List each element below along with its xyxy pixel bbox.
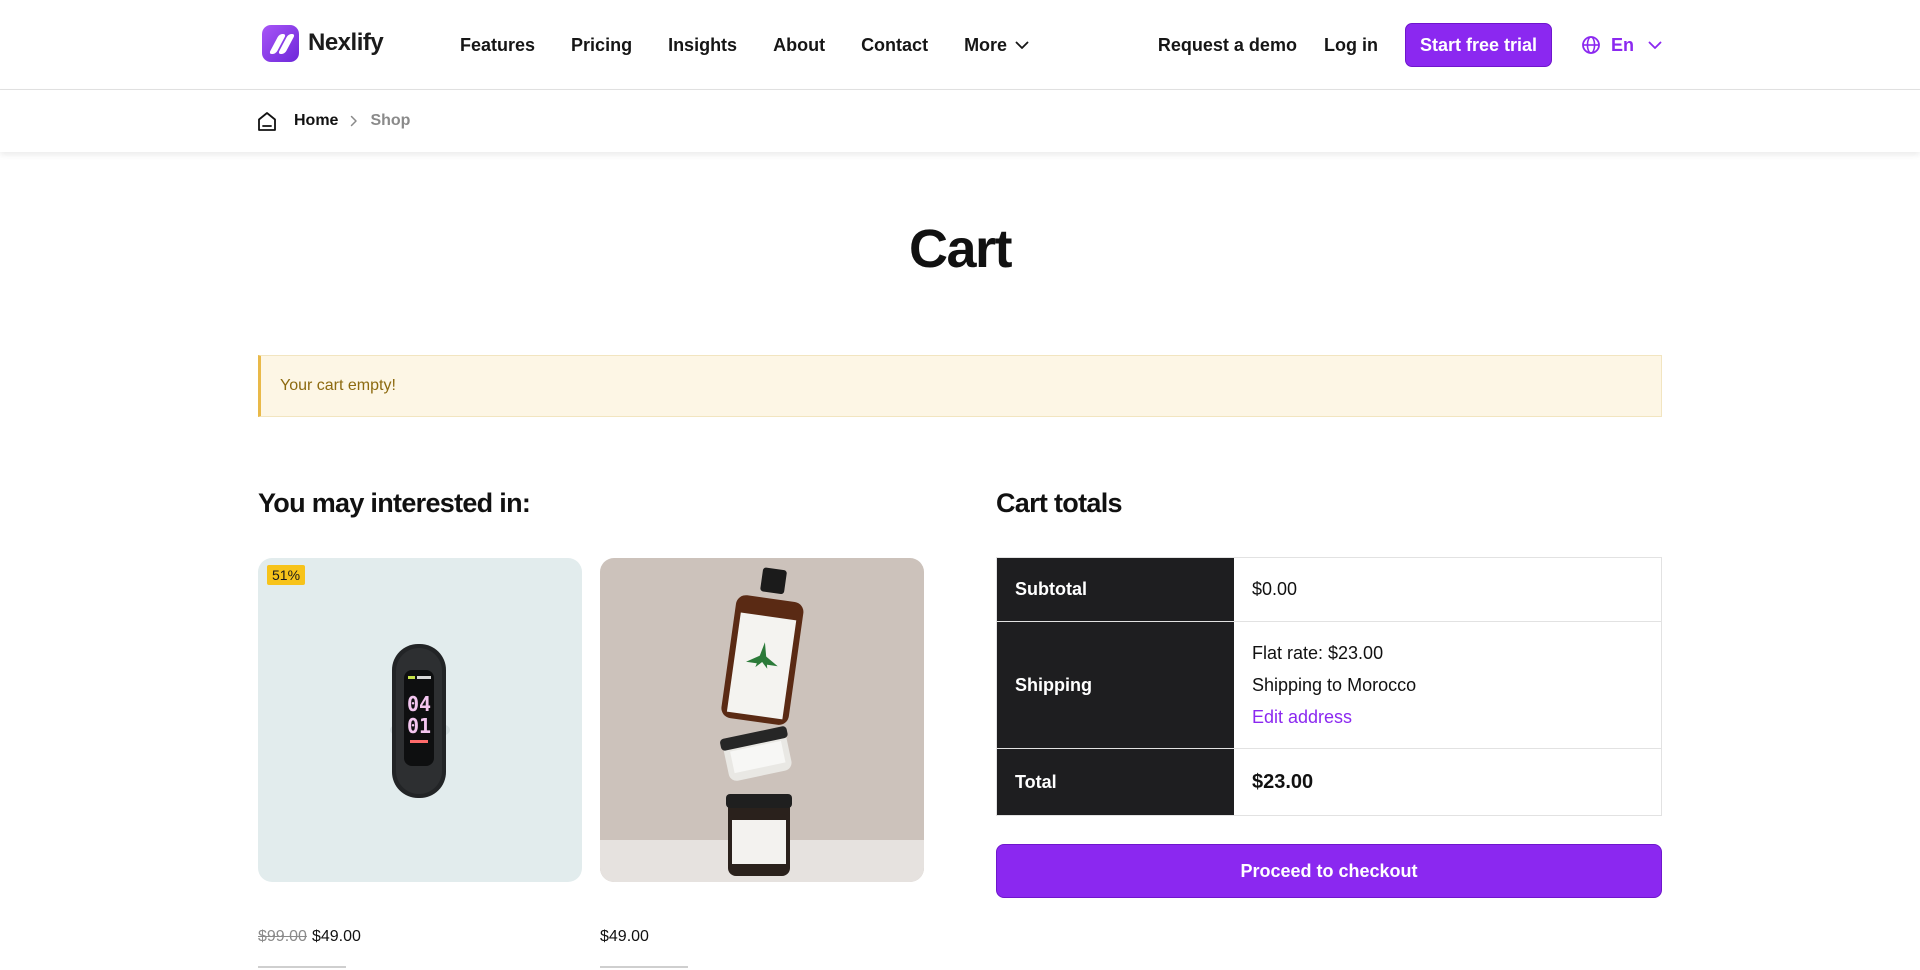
recommendations-heading: You may interested in: [258,488,531,518]
fitness-band-image: 04 01 [390,644,450,798]
subtotal-value: $0.00 [1252,579,1298,599]
breadcrumb: Home Shop [256,110,410,132]
logo-icon [262,24,299,62]
nav-pricing-label: Pricing [571,34,633,55]
nav-pricing[interactable]: Pricing [571,35,632,56]
shipping-destination: Shipping to Morocco [1252,675,1417,695]
nav-contact-label: Contact [861,34,929,55]
chevron-down-icon [1648,41,1662,50]
nav-insights-label: Insights [668,34,738,55]
cart-totals-heading: Cart totals [996,488,1123,518]
header-actions: Request a demo Log in Start free trial E… [1158,23,1662,67]
nav-features[interactable]: Features [460,35,535,56]
product-price: $99.00 $49.00 [258,928,361,946]
svg-text:01: 01 [407,714,431,738]
product-card-image[interactable] [600,558,924,882]
add-to-cart-button-edge[interactable] [600,966,688,968]
subtotal-row: Subtotal $0.00 [997,558,1661,622]
edit-address-link[interactable]: Edit address [1252,701,1661,733]
breadcrumb-bar: Home Shop [0,90,1920,152]
shipping-row: Shipping Flat rate: $23.00 Shipping to M… [997,622,1661,749]
main-nav: Features Pricing Insights About Contact … [460,30,1065,60]
product-price: $49.00 [600,928,649,946]
chevron-right-icon [350,115,358,127]
shipping-label: Shipping [997,622,1234,748]
total-row: Total $23.00 [997,749,1661,815]
breadcrumb-current: Shop [370,112,411,129]
request-demo-link[interactable]: Request a demo [1158,35,1297,56]
total-value: $23.00 [1252,770,1314,793]
brand-name: Nexlify [308,29,384,56]
nav-features-label: Features [460,34,536,55]
home-icon[interactable] [256,110,278,132]
shipping-rate: Flat rate: $23.00 [1252,643,1384,663]
original-price: $99.00 [258,928,307,945]
add-to-cart-button-edge[interactable] [258,966,346,968]
svg-text:04: 04 [407,692,431,716]
globe-icon [1581,35,1601,55]
brand-logo[interactable]: Nexlify [262,24,384,62]
stacked-jars-image [600,567,924,882]
empty-cart-notice: Your cart empty! [258,355,1662,417]
nav-about-label: About [773,34,826,55]
total-label: Total [997,749,1234,815]
shipping-details: Flat rate: $23.00 Shipping to Morocco Ed… [1234,622,1661,748]
product-card-image[interactable]: 51% 04 01 [258,558,582,882]
discount-badge: 51% [267,565,306,585]
cart-totals-table: Subtotal $0.00 Shipping Flat rate: $23.0… [996,557,1662,816]
page-title: Cart [908,219,1013,279]
subtotal-label: Subtotal [997,558,1234,621]
language-label: En [1610,34,1634,55]
start-free-trial-button[interactable]: Start free trial [1404,23,1552,67]
sale-price: $49.00 [600,928,649,945]
nav-more-label: More [964,34,1008,55]
nav-contact[interactable]: Contact [861,35,928,56]
sale-price: $49.00 [311,928,361,945]
login-link[interactable]: Log in [1324,35,1378,56]
nav-about[interactable]: About [773,35,825,56]
breadcrumb-home-link[interactable]: Home [294,112,338,130]
nav-more-dropdown[interactable]: More [964,35,1029,56]
top-navbar: Nexlify Features Pricing Insights About … [0,0,1920,90]
notice-text: Your cart empty! [280,377,396,394]
language-selector[interactable]: En [1581,35,1662,56]
proceed-to-checkout-button[interactable]: Proceed to checkout [996,844,1662,898]
chevron-down-icon [1015,41,1029,50]
nav-insights[interactable]: Insights [668,35,737,56]
